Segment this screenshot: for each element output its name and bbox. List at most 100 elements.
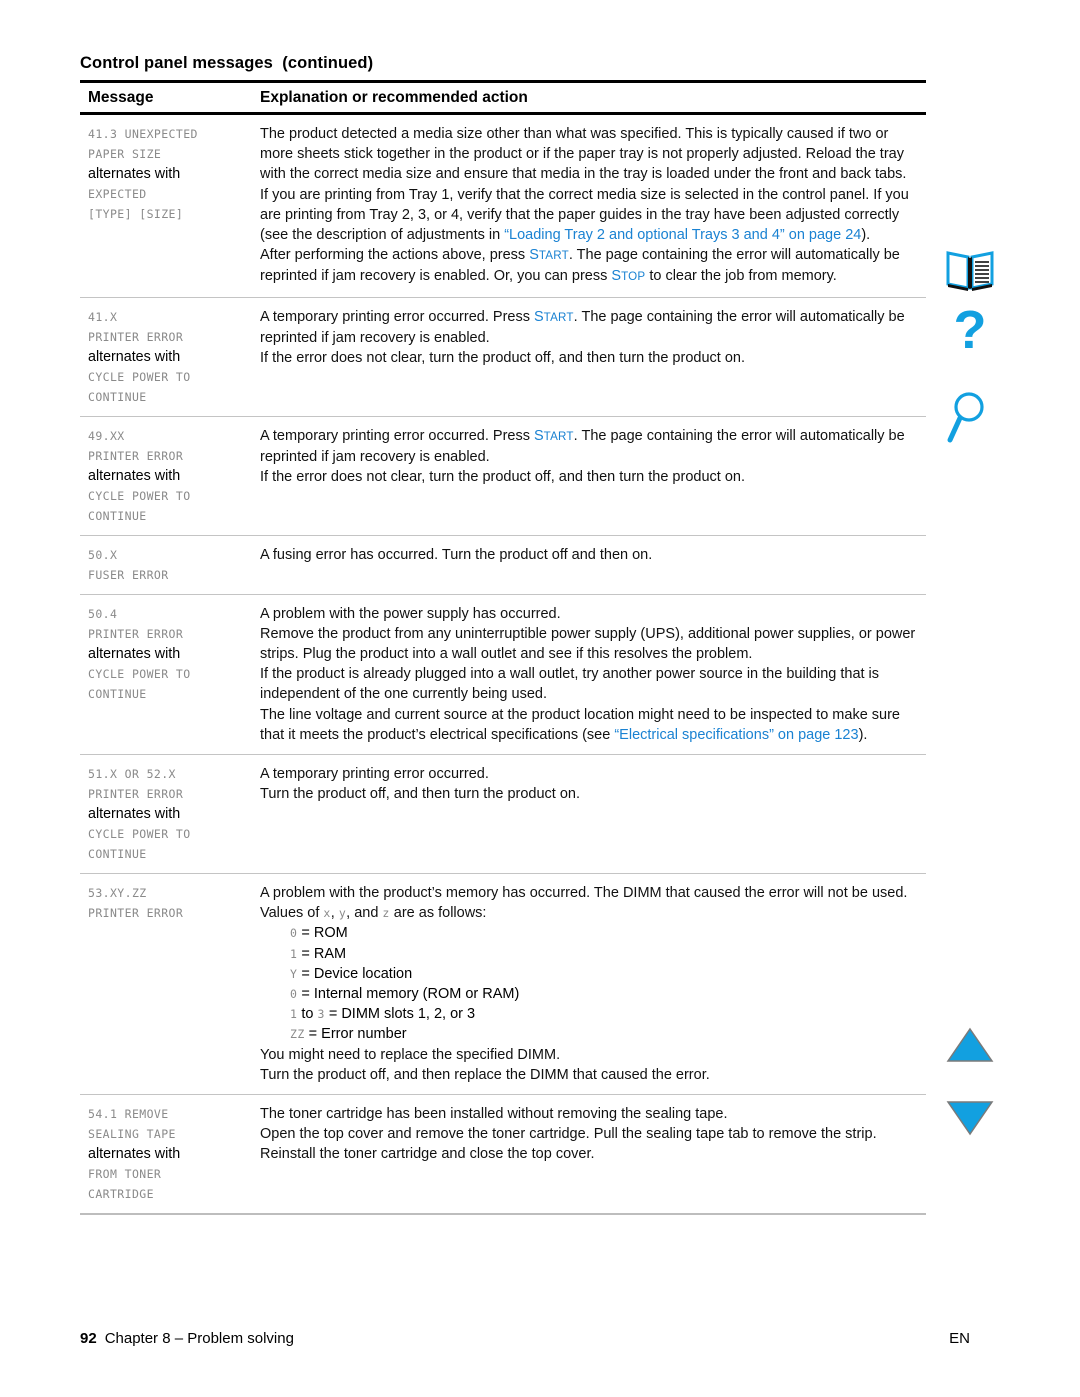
message-code-line: FUSER ERROR <box>88 567 169 582</box>
message-code-line: 54.1 REMOVE <box>88 1107 169 1122</box>
table-body: 41.3 UNEXPECTED PAPER SIZE alternates with… <box>80 115 926 1216</box>
value-list-item: 0 = ROM <box>290 925 348 942</box>
contents-book-icon[interactable] <box>945 248 995 292</box>
inline-code: y <box>338 906 347 921</box>
message-code-line: 53.XY.ZZ <box>88 886 147 901</box>
table-row: 41.3 UNEXPECTED PAPER SIZE alternates with… <box>80 115 926 297</box>
explanation-paragraph: You might need to replace the specified … <box>260 1046 561 1063</box>
document-page: Control panel messages (continued) Messa… <box>0 0 1080 1397</box>
explanation-paragraph: A temporary printing error occurred. <box>260 766 489 783</box>
table-row: 41.X PRINTER ERROR alternates with CYCLE PO… <box>80 298 926 416</box>
value-list: 0 = ROM 1 = RAM Y = Device location 0 = Int… <box>260 923 924 1044</box>
explanation-cell: The product detected a media size other … <box>252 124 926 288</box>
message-cell: 41.3 UNEXPECTED PAPER SIZE alternates with… <box>80 124 252 224</box>
explanation-cell: A temporary printing error occurred. Pre… <box>252 426 926 488</box>
alternates-with-label: alternates with <box>88 467 181 484</box>
message-cell: 51.X OR 52.X PRINTER ERROR alternates with… <box>80 764 252 864</box>
control-key-label: START <box>534 308 574 325</box>
value-code: 1 <box>290 946 298 961</box>
explanation-paragraph: The toner cartridge has been installed w… <box>260 1106 728 1123</box>
message-code-line: CONTINUE <box>88 389 147 404</box>
value-list-item: 1 = RAM <box>290 945 347 962</box>
explanation-paragraph: A temporary printing error occurred. Pre… <box>260 308 905 346</box>
value-code: 0 <box>290 926 298 941</box>
table-row: 51.X OR 52.X PRINTER ERROR alternates with… <box>80 755 926 873</box>
message-code-line: CONTINUE <box>88 508 147 523</box>
message-code-line: CYCLE POWER TO <box>88 369 191 384</box>
message-cell: 50.4 PRINTER ERROR alternates with CYCLE PO… <box>80 604 252 704</box>
inline-code: z <box>382 906 390 921</box>
message-cell: 41.X PRINTER ERROR alternates with CYCLE PO… <box>80 307 252 407</box>
search-magnifier-icon[interactable] <box>945 388 995 446</box>
explanation-paragraph: If the error does not clear, turn the pr… <box>260 469 745 486</box>
message-code-line: SEALING TAPE <box>88 1127 176 1142</box>
message-code-line: PRINTER ERROR <box>88 448 184 463</box>
svg-text:?: ? <box>954 305 987 360</box>
alternates-with-label: alternates with <box>88 1146 181 1163</box>
value-code: 0 <box>290 987 298 1002</box>
explanation-paragraph: Reinstall the toner cartridge and close … <box>260 1146 595 1163</box>
control-panel-messages-table: Message Explanation or recommended actio… <box>80 80 926 1216</box>
table-row: 54.1 REMOVE SEALING TAPE alternates with FR… <box>80 1095 926 1213</box>
message-code-line: CYCLE POWER TO <box>88 666 191 681</box>
message-code-line: PRINTER ERROR <box>88 626 184 641</box>
message-code-line: 49.XX <box>88 428 125 443</box>
value-list-item: Y = Device location <box>290 965 413 982</box>
value-code: ZZ <box>290 1027 305 1042</box>
page-footer: 92 Chapter 8 – Problem solving EN <box>80 1330 970 1347</box>
control-key-label: START <box>534 427 574 444</box>
message-code-line: FROM TONER <box>88 1167 162 1182</box>
explanation-paragraph: If the product is already plugged into a… <box>260 666 880 703</box>
message-code-line: 41.3 UNEXPECTED <box>88 127 198 141</box>
help-question-icon[interactable]: ? <box>945 300 995 363</box>
message-cell: 49.XX PRINTER ERROR alternates with CYCLE P… <box>80 426 252 526</box>
footer-language-code: EN <box>949 1330 970 1347</box>
explanation-paragraph: A fusing error has occurred. Turn the pr… <box>260 546 653 563</box>
cross-reference-link[interactable]: “Electrical specifications” on page 123 <box>614 727 858 743</box>
value-list-item: 1 to 3 = DIMM slots 1, 2, or 3 <box>290 1006 476 1023</box>
explanation-cell: A temporary printing error occurred. Pre… <box>252 307 926 369</box>
explanation-cell: A problem with the power supply has occu… <box>252 604 926 745</box>
message-code-line: CARTRIDGE <box>88 1187 154 1202</box>
explanation-cell: The toner cartridge has been installed w… <box>252 1104 926 1165</box>
message-code-line: 50.X <box>88 547 118 562</box>
message-code-line: EXPECTED <box>88 187 147 201</box>
message-code-line: 41.X <box>88 309 118 324</box>
message-code-line: 50.4 <box>88 606 118 621</box>
value-list-item: 0 = Internal memory (ROM or RAM) <box>290 986 520 1003</box>
next-page-triangle-icon[interactable] <box>945 1098 995 1138</box>
inline-code: x <box>323 906 331 921</box>
explanation-paragraph: Turn the product off, and then replace t… <box>260 1066 710 1083</box>
alternates-with-label: alternates with <box>88 645 181 662</box>
page-title: Control panel messages (continued) <box>80 54 374 72</box>
explanation-paragraph: The product detected a media size other … <box>260 126 907 183</box>
explanation-paragraph: A problem with the product’s memory has … <box>260 885 908 922</box>
alternates-with-label: alternates with <box>88 806 181 823</box>
footer-page-number: 92 <box>80 1330 97 1347</box>
explanation-cell: A problem with the product’s memory has … <box>252 883 926 1085</box>
value-code: Y <box>290 966 298 981</box>
explanation-cell: A fusing error has occurred. Turn the pr… <box>252 545 926 565</box>
footer-chapter-label: Chapter 8 – Problem solving <box>104 1330 294 1347</box>
message-cell: 54.1 REMOVE SEALING TAPE alternates with FR… <box>80 1104 252 1204</box>
message-cell: 53.XY.ZZ PRINTER ERROR <box>80 883 252 923</box>
explanation-paragraph: Open the top cover and remove the toner … <box>260 1126 877 1143</box>
explanation-paragraph: Turn the product off, and then turn the … <box>260 786 581 803</box>
cross-reference-link[interactable]: “Loading Tray 2 and optional Trays 3 and… <box>504 227 861 243</box>
message-code-line: [TYPE] [SIZE] <box>88 207 184 221</box>
explanation-paragraph: The line voltage and current source at t… <box>260 706 900 743</box>
explanation-paragraph: After performing the actions above, pres… <box>260 247 900 285</box>
table-row: 49.XX PRINTER ERROR alternates with CYCLE P… <box>80 417 926 535</box>
previous-page-triangle-icon[interactable] <box>945 1025 995 1065</box>
explanation-paragraph: A problem with the power supply has occu… <box>260 605 561 622</box>
message-code-line: PRINTER ERROR <box>88 329 184 344</box>
message-code-line: CONTINUE <box>88 686 147 701</box>
value-list-item: ZZ = Error number <box>290 1026 407 1043</box>
control-key-label: START <box>529 247 569 264</box>
message-code-line: CYCLE POWER TO <box>88 488 191 503</box>
control-key-label: STOP <box>611 268 646 285</box>
value-code: 3 <box>317 1007 325 1022</box>
message-code-line: CYCLE POWER TO <box>88 827 191 842</box>
explanation-paragraph: If the error does not clear, turn the pr… <box>260 350 745 367</box>
message-code-line: PRINTER ERROR <box>88 787 184 802</box>
